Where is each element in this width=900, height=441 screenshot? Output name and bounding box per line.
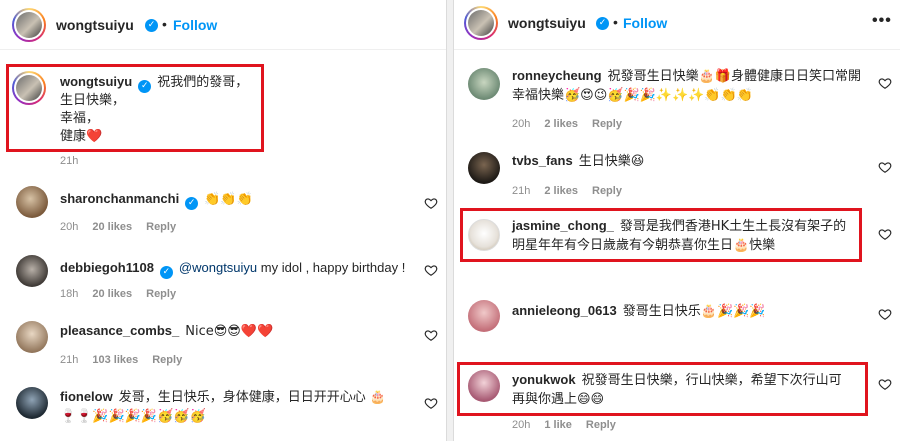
heart-outline-icon[interactable] bbox=[424, 396, 438, 410]
comment-text: ronneycheung 祝發哥生日快樂🎂🎁身體健康日日笑口常開幸福快樂🥳😍😉🥳🎉… bbox=[512, 67, 862, 105]
avatar[interactable] bbox=[16, 321, 48, 353]
verified-badge-icon: ✓ bbox=[596, 17, 609, 30]
comment-text: jasmine_chong_ 發哥是我們香港HK土生土長沒有架子的明星年年有今日歲… bbox=[512, 217, 852, 255]
comment-body: 發哥生日快乐🎂🎉🎉🎉 bbox=[622, 304, 766, 319]
more-options-icon[interactable]: ••• bbox=[872, 12, 892, 30]
reply-button[interactable]: Reply bbox=[592, 118, 622, 130]
comment-time: 20h bbox=[512, 118, 531, 130]
comment-meta: 20h 2 likes Reply bbox=[512, 118, 636, 130]
comment-time: 21h bbox=[512, 185, 531, 197]
follow-button[interactable]: Follow bbox=[173, 17, 217, 33]
likes-count[interactable]: 2 likes bbox=[544, 118, 578, 130]
comment-username[interactable]: annieleong_0613 bbox=[512, 303, 617, 318]
likes-count[interactable]: 1 like bbox=[544, 419, 572, 431]
comment-meta: 20h 20 likes Reply bbox=[60, 221, 190, 233]
comment-text: annieleong_0613 發哥生日快乐🎂🎉🎉🎉 bbox=[512, 302, 862, 321]
avatar[interactable] bbox=[468, 68, 500, 100]
avatar[interactable] bbox=[468, 300, 500, 332]
avatar[interactable] bbox=[468, 219, 500, 251]
comment-body: 👏👏👏 bbox=[204, 192, 253, 207]
avatar[interactable] bbox=[16, 387, 48, 419]
verified-badge-icon: ✓ bbox=[185, 197, 199, 210]
comment-time: 20h bbox=[512, 419, 531, 431]
heart-outline-icon[interactable] bbox=[424, 196, 438, 210]
post-panel-right: wongtsuiyu ✓ • Follow ••• ronneycheung 祝發… bbox=[453, 0, 900, 441]
reply-button[interactable]: Reply bbox=[592, 185, 622, 197]
comment-username[interactable]: sharonchanmanchi bbox=[60, 191, 179, 206]
header-avatar[interactable] bbox=[12, 8, 46, 42]
comment-text: yonukwok 祝發哥生日快樂，行山快樂，希望下次行山可再與你遇上😄😄 bbox=[512, 371, 852, 409]
comment-body: Nice😎😎❤️❤️ bbox=[185, 324, 274, 339]
likes-count[interactable]: 20 likes bbox=[92, 288, 132, 300]
heart-outline-icon[interactable] bbox=[878, 307, 892, 321]
header-username[interactable]: wongtsuiyu bbox=[56, 17, 134, 33]
comment-username[interactable]: fionelow bbox=[60, 389, 113, 404]
comment-username[interactable]: yonukwok bbox=[512, 372, 576, 387]
verified-badge-icon: ✓ bbox=[145, 19, 158, 32]
comment-time: 21h bbox=[60, 354, 79, 366]
heart-outline-icon[interactable] bbox=[424, 328, 438, 342]
comment-username[interactable]: debbiegoh1108 bbox=[60, 260, 154, 275]
post-header: wongtsuiyu ✓ • Follow bbox=[0, 0, 446, 50]
separator-dot: • bbox=[162, 16, 167, 32]
heart-outline-icon[interactable] bbox=[878, 160, 892, 174]
verified-badge-icon: ✓ bbox=[159, 266, 173, 279]
likes-count[interactable]: 20 likes bbox=[92, 221, 132, 233]
likes-count[interactable]: 103 likes bbox=[92, 354, 138, 366]
comment-time: 20h bbox=[60, 221, 79, 233]
avatar[interactable] bbox=[16, 186, 48, 218]
reply-button[interactable]: Reply bbox=[146, 221, 176, 233]
reply-button[interactable]: Reply bbox=[586, 419, 616, 431]
comment-meta: 18h 20 likes Reply bbox=[60, 288, 190, 300]
reply-button[interactable]: Reply bbox=[146, 288, 176, 300]
heart-outline-icon[interactable] bbox=[878, 76, 892, 90]
comment-meta: 21h 2 likes Reply bbox=[512, 185, 636, 197]
avatar[interactable] bbox=[16, 255, 48, 287]
separator-dot: • bbox=[613, 14, 618, 30]
header-avatar[interactable] bbox=[464, 6, 498, 40]
comment-text: debbiegoh1108 ✓ @wongtsuiyu my idol , happ… bbox=[60, 259, 410, 279]
comment-meta: 21h 103 likes Reply bbox=[60, 354, 196, 366]
heart-outline-icon[interactable] bbox=[878, 227, 892, 241]
mention-link[interactable]: @wongtsuiyu bbox=[179, 260, 257, 275]
highlight-box bbox=[6, 64, 264, 152]
comment-username[interactable]: tvbs_fans bbox=[512, 153, 573, 168]
caption-time: 21h bbox=[60, 155, 79, 167]
follow-button[interactable]: Follow bbox=[623, 15, 667, 31]
avatar[interactable] bbox=[468, 370, 500, 402]
header-username[interactable]: wongtsuiyu bbox=[508, 15, 586, 31]
comment-username[interactable]: jasmine_chong_ bbox=[512, 218, 614, 233]
heart-outline-icon[interactable] bbox=[424, 263, 438, 277]
avatar[interactable] bbox=[468, 152, 500, 184]
comment-meta: 20h 1 like Reply bbox=[512, 419, 630, 431]
likes-count[interactable]: 2 likes bbox=[544, 185, 578, 197]
comment-username[interactable]: pleasance_combs_ bbox=[60, 323, 179, 338]
post-panel-left: wongtsuiyu ✓ • Follow wongtsuiyu ✓ 祝我們的發哥，… bbox=[0, 0, 447, 441]
comment-text: sharonchanmanchi ✓ 👏👏👏 bbox=[60, 190, 400, 210]
comment-time: 18h bbox=[60, 288, 79, 300]
comment-body: my idol , happy birthday ! bbox=[257, 260, 406, 275]
heart-outline-icon[interactable] bbox=[878, 377, 892, 391]
comment-text: tvbs_fans 生日快樂😆 bbox=[512, 152, 862, 171]
comment-text: pleasance_combs_ Nice😎😎❤️❤️ bbox=[60, 322, 400, 341]
post-header: wongtsuiyu ✓ • Follow ••• bbox=[454, 0, 900, 50]
comment-text: fionelow 发哥，生日快乐，身体健康，日日开开心心 🎂🍷🍷🎉🎉🎉🎉🥳🥳🥳 bbox=[60, 388, 400, 426]
reply-button[interactable]: Reply bbox=[152, 354, 182, 366]
comment-username[interactable]: ronneycheung bbox=[512, 68, 602, 83]
comment-body: 生日快樂😆 bbox=[578, 154, 645, 169]
